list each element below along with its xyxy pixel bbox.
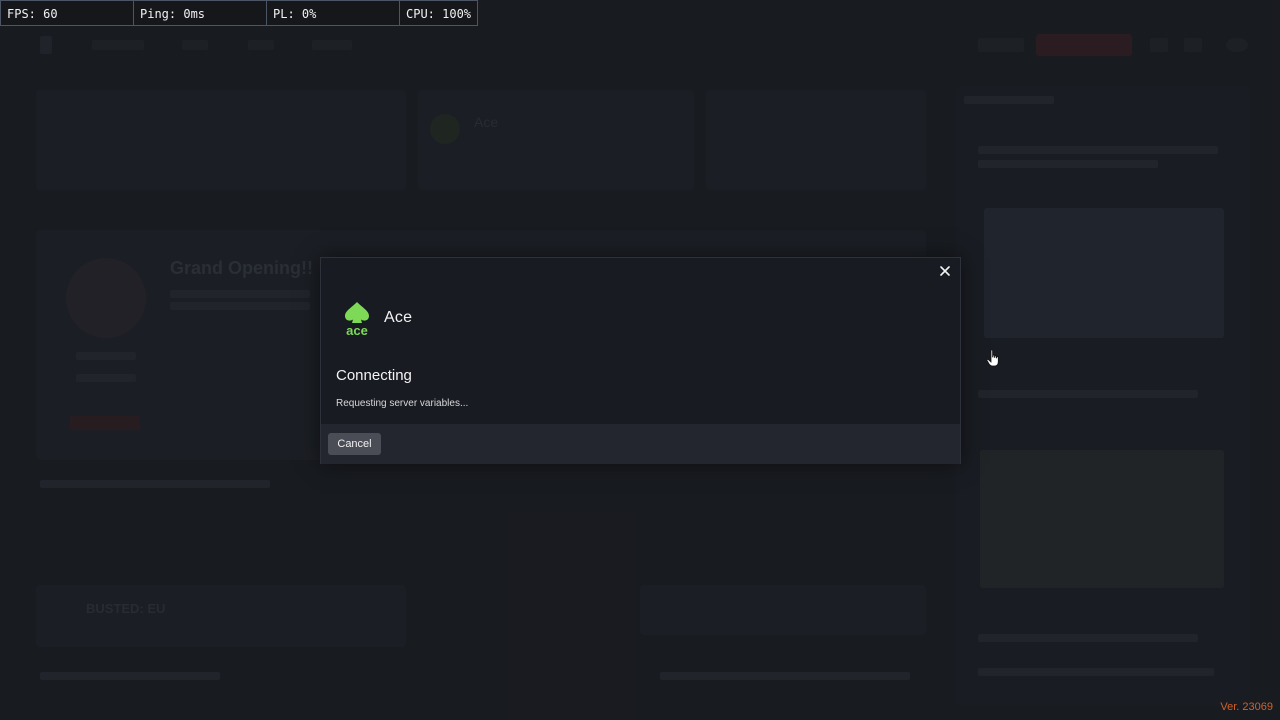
logo-text: ace [346, 323, 368, 336]
server-name: Ace [384, 309, 413, 326]
dialog-footer: Cancel [321, 424, 960, 464]
status-detail: Requesting server variables... [336, 398, 469, 409]
hand-pointer-cursor-icon [986, 349, 999, 367]
status-title: Connecting [336, 367, 412, 384]
connecting-dialog: ace Ace Connecting Requesting server var… [320, 257, 961, 464]
ace-spade-logo-icon: ace [345, 302, 369, 336]
dialog-body: ace Ace Connecting Requesting server var… [321, 258, 960, 424]
cancel-button[interactable]: Cancel [328, 433, 381, 455]
close-button[interactable] [937, 263, 953, 279]
cpu-stat: CPU: 100% [399, 0, 478, 26]
version-label: Ver. 23069 [1220, 701, 1273, 713]
perf-stats-bar: FPS: 60 Ping: 0ms PL: 0% CPU: 100% [0, 0, 478, 28]
packet-loss-stat: PL: 0% [266, 0, 399, 26]
server-header: ace Ace [340, 300, 412, 336]
fps-stat: FPS: 60 [0, 0, 133, 26]
close-icon [940, 266, 950, 276]
ping-stat: Ping: 0ms [133, 0, 266, 26]
